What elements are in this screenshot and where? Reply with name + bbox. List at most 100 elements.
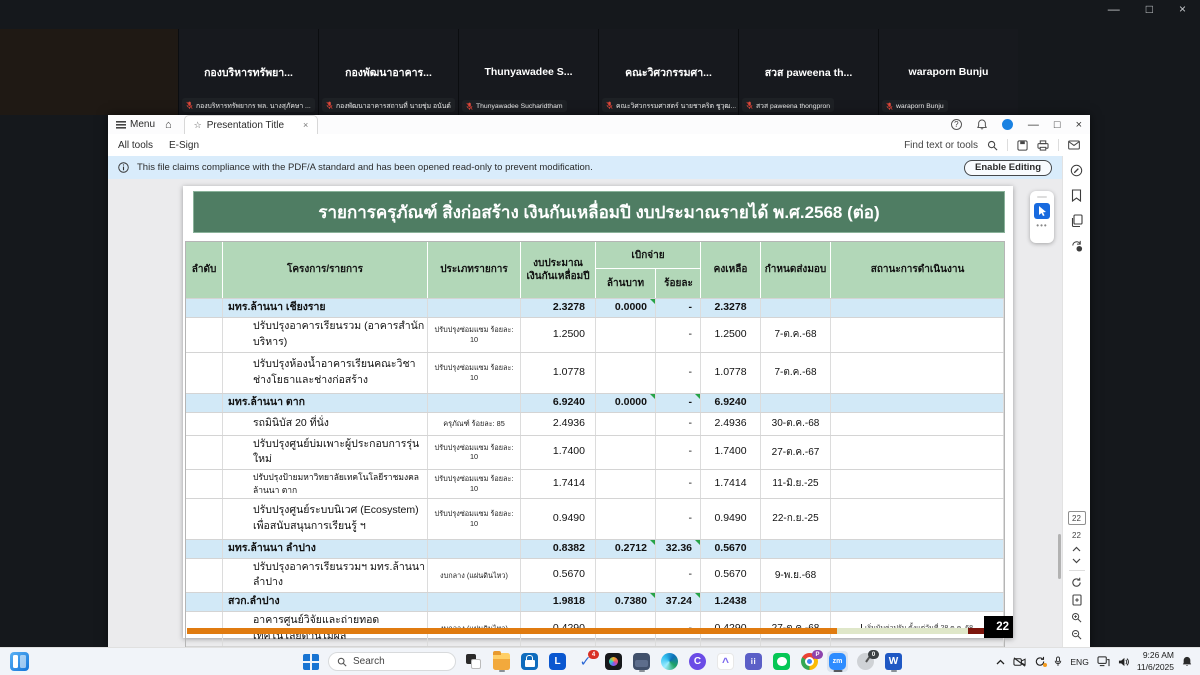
cell: 1.7400 [701,436,761,470]
find-label[interactable]: Find text or tools [904,140,978,151]
meter-app-button[interactable]: 0 [855,651,876,672]
notifications-bell-icon[interactable] [977,119,987,130]
comment-flag-icon [650,593,655,598]
cell: 37.24 [656,593,701,611]
table-row: รถมินิบัส 20 ที่นั่งครุภัณฑ์ ร้อยละ: 852… [186,412,1004,435]
cell: ปรับปรุงอาคารเรียนรวม (อาคารสำนักบริหาร) [223,318,428,352]
word-button[interactable]: W [883,651,904,672]
cell [186,540,223,558]
wallet-app-button[interactable] [631,651,652,672]
zoom-app-button[interactable]: zm [827,651,848,672]
all-tools-button[interactable]: All tools [118,140,153,151]
line-button[interactable] [771,651,792,672]
help-icon[interactable]: ? [951,119,962,130]
comment-flag-icon [695,540,700,545]
participant-tile[interactable]: Thunyawadee S...Thunyawadee Sucharidtham [458,29,598,115]
menu-icon[interactable] [116,121,126,129]
speaker-icon[interactable] [1118,657,1129,667]
cell [428,394,521,412]
esign-button[interactable]: E-Sign [169,140,199,151]
rotate-icon[interactable] [1071,577,1082,588]
clock[interactable]: 9:26 AM 11/6/2025 [1137,650,1174,672]
cell [761,299,831,317]
zoom-in-icon[interactable] [1071,612,1082,623]
line-l-app-button[interactable]: L [547,651,568,672]
creative-app-button[interactable] [603,651,624,672]
task-view-button[interactable] [463,651,484,672]
participant-tile[interactable]: คณะวิศวกรรมศา...คณะวิศวกรรมศาสตร์ นายชาค… [598,29,738,115]
home-icon[interactable]: ⌂ [165,119,172,131]
drag-handle[interactable] [1037,196,1047,198]
export-convert-icon[interactable] [1070,239,1083,252]
pdfa-notice-bar: This file claims compliance with the PDF… [108,156,1062,179]
c-app-button[interactable]: C [687,651,708,672]
camera-off-icon[interactable] [1013,657,1026,667]
cell: 30-ต.ค.-68 [761,413,831,435]
widgets-icon[interactable] [10,652,29,671]
participant-tile[interactable]: กองบริหารทรัพยา...กองบริหารทรัพยากร พล. … [178,29,318,115]
cell: 0.5670 [521,559,596,593]
search-box[interactable]: Search [328,652,456,671]
notification-badge: 4 [588,650,599,659]
tab-close-icon[interactable]: × [303,120,308,130]
search-icon[interactable] [987,140,998,151]
user-avatar[interactable] [1002,119,1013,130]
fit-page-icon[interactable] [1072,594,1082,606]
star-icon[interactable]: ☆ [194,120,202,131]
cell [831,413,1004,435]
file-explorer-button[interactable] [491,651,512,672]
cell: 0.9490 [701,499,761,539]
edge-button[interactable] [659,651,680,672]
tray-chevron-up-icon[interactable] [996,659,1005,665]
network-display-icon[interactable] [1097,656,1110,667]
progress-segment-green [837,628,968,634]
menu-label[interactable]: Menu [130,119,155,130]
participant-tile[interactable] [0,29,178,115]
quick-tools-widget[interactable]: ••• [1030,191,1054,243]
maximize-button[interactable]: □ [1146,2,1153,16]
muted-mic-icon [746,101,753,110]
budget-table: ลำดับ โครงการ/รายการ ประเภทรายการ งบประม… [185,241,1005,648]
language-indicator[interactable]: ENG [1070,657,1088,667]
cell [596,318,656,352]
cell: - [656,559,701,593]
microsoft-store-button[interactable] [519,651,540,672]
close-button[interactable]: × [1179,2,1186,16]
sync-status-icon[interactable] [1034,656,1046,667]
cell [186,413,223,435]
previous-page-icon[interactable] [1072,546,1081,552]
vertical-scrollbar[interactable] [1058,534,1061,579]
participant-tile[interactable]: waraporn Bunjuwaraporn Bunju [878,29,1018,115]
more-tools-icon[interactable]: ••• [1036,224,1047,228]
next-page-icon[interactable] [1072,558,1081,564]
muted-mic-icon [326,101,333,110]
print-icon[interactable] [1037,140,1049,151]
share-mail-icon[interactable] [1068,140,1080,150]
teams-button[interactable]: ii [743,651,764,672]
comment-icon[interactable] [1070,164,1083,177]
participant-tile[interactable]: กองพัฒนาอาคาร...กองพัฒนาอาคารสถานที่ นาย… [318,29,458,115]
cell [428,540,521,558]
search-placeholder: Search [353,656,385,667]
participant-tile[interactable]: สวส paweena th...สวส paweena thongpron [738,29,878,115]
current-page-input[interactable]: 22 [1068,511,1086,525]
chrome-button[interactable]: P [799,651,820,672]
save-icon[interactable] [1017,140,1028,151]
cell: 6.9240 [521,394,596,412]
zoom-out-icon[interactable] [1071,629,1082,640]
microphone-icon[interactable] [1054,656,1062,667]
todo-check-button[interactable]: ✓4 [575,651,596,672]
bookmark-icon[interactable] [1071,189,1082,202]
acrobat-maximize-button[interactable]: □ [1054,119,1061,131]
enable-editing-button[interactable]: Enable Editing [964,160,1052,176]
minimize-button[interactable]: — [1108,2,1120,16]
pages-icon[interactable] [1071,214,1083,227]
info-icon [118,162,129,173]
clickup-button[interactable]: ^ [715,651,736,672]
document-tab[interactable]: ☆ Presentation Title × [184,115,319,134]
notification-bell-icon[interactable] [1182,656,1192,667]
acrobat-minimize-button[interactable]: — [1028,119,1039,131]
start-button[interactable] [300,651,321,672]
acrobat-close-button[interactable]: × [1076,119,1082,131]
select-tool-button[interactable] [1034,203,1050,219]
